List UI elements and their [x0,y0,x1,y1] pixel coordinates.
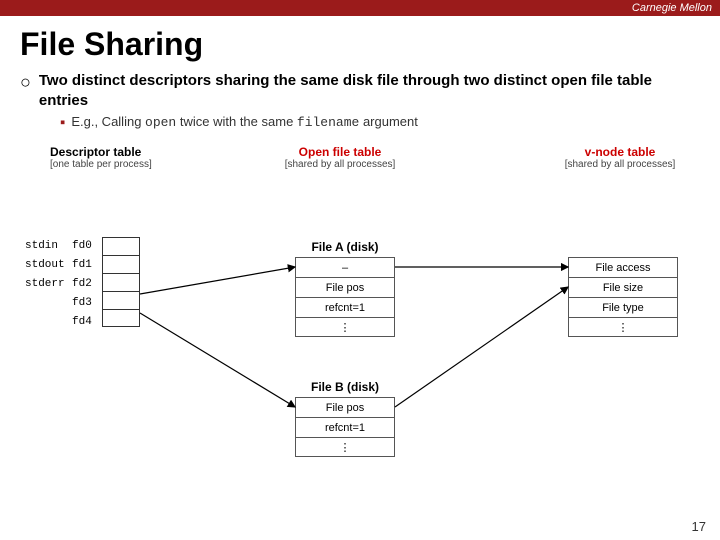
top-bar: Carnegie Mellon [0,0,720,16]
file-b-cell-1: refcnt=1 [295,417,395,437]
bullet-item-1: ○ Two distinct descriptors sharing the s… [20,71,700,110]
file-a-cell-3: ⋮ [295,317,395,337]
fd-boxes [102,237,140,327]
bullet-text: Two distinct descriptors sharing the sam… [39,71,700,110]
vnode-box: File access File size File type ⋮ [568,257,678,337]
file-a-cell-2: refcnt=1 [295,297,395,317]
sub-bullet-1: ▪ E.g., Calling open twice with the same… [60,114,700,131]
vnode-cell-2: File type [568,297,678,317]
sub-bullet-text: E.g., Calling open twice with the same f… [71,114,418,130]
file-a-label: File A (disk) [290,240,400,254]
fd-labels: stdin stdout stderr [25,237,65,332]
file-a-cell-0: – [295,257,395,277]
fd-names: fd0 fd1 fd2 fd3 fd4 [72,237,92,332]
vnode-cell-0: File access [568,257,678,277]
main-content: File Sharing ○ Two distinct descriptors … [0,16,720,455]
diagram: Descriptor table [one table per process]… [20,145,700,445]
col1-header: Descriptor table [one table per process] [50,145,152,170]
brand-label: Carnegie Mellon [632,2,712,14]
page-title: File Sharing [20,26,700,63]
page-number: 17 [692,519,706,534]
vnode-cell-1: File size [568,277,678,297]
vnode-cell-3: ⋮ [568,317,678,337]
file-b-box: File pos refcnt=1 ⋮ [295,397,395,457]
col2-header: Open file table [shared by all processes… [275,145,405,170]
bullet-circle: ○ [20,72,31,93]
sub-bullet-mark: ▪ [60,114,65,131]
col3-header: v-node table [shared by all processes] [550,145,690,170]
file-b-label: File B (disk) [290,380,400,394]
file-b-cell-0: File pos [295,397,395,417]
file-a-cell-1: File pos [295,277,395,297]
file-a-box: – File pos refcnt=1 ⋮ [295,257,395,337]
file-b-cell-2: ⋮ [295,437,395,457]
